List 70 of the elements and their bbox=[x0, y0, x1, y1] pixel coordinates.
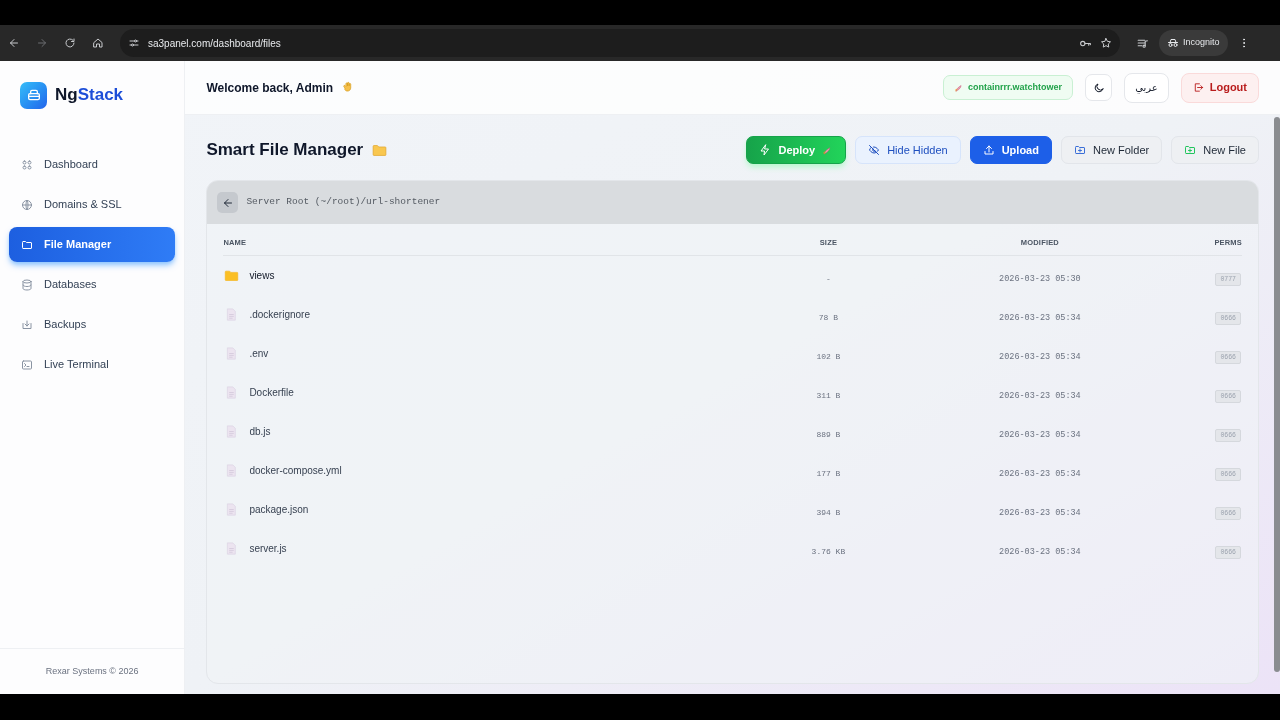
file-name[interactable]: .dockerignore bbox=[249, 307, 310, 322]
sidebar-item[interactable]: Domains & SSL bbox=[9, 187, 176, 222]
back-icon[interactable] bbox=[8, 37, 20, 49]
modified-date: 2026-03-23 05:34 bbox=[999, 390, 1081, 401]
eye-off-icon bbox=[868, 144, 881, 156]
back-arrow-icon bbox=[221, 196, 234, 209]
folder-icon bbox=[21, 238, 33, 251]
moon-icon bbox=[1092, 81, 1105, 94]
file-name[interactable]: Dockerfile bbox=[249, 385, 294, 400]
welcome-text: Welcome back, Admin bbox=[206, 79, 334, 97]
file-size: 394 B bbox=[816, 507, 841, 517]
container-badge: containrrr.watchtower bbox=[943, 75, 1074, 100]
sidebar-item[interactable]: File Manager bbox=[9, 227, 176, 262]
sidebar-item[interactable]: Backups bbox=[9, 307, 176, 342]
database-icon bbox=[21, 278, 33, 291]
modified-date: 2026-03-23 05:30 bbox=[999, 273, 1081, 284]
modified-date: 2026-03-23 05:34 bbox=[999, 546, 1081, 557]
file-size: 78 B bbox=[818, 312, 838, 322]
back-button[interactable] bbox=[217, 192, 239, 213]
footer-text: Rexar Systems © 2026 bbox=[45, 664, 139, 678]
file-name[interactable]: .env bbox=[249, 346, 269, 361]
logo-glyph-icon bbox=[25, 87, 42, 103]
modified-date: 2026-03-23 05:34 bbox=[999, 507, 1081, 518]
file-name[interactable]: views bbox=[249, 268, 275, 283]
globe-icon bbox=[21, 198, 33, 211]
modified-date: 2026-03-23 05:34 bbox=[999, 351, 1081, 362]
folder-plus-icon bbox=[1073, 144, 1086, 156]
incognito-button[interactable]: Incognito bbox=[1159, 30, 1228, 56]
reload-icon[interactable] bbox=[64, 37, 76, 49]
grid-icon bbox=[21, 158, 33, 171]
modified-date: 2026-03-23 05:34 bbox=[999, 429, 1081, 440]
upload-icon bbox=[982, 144, 995, 156]
address-bar[interactable]: sa3panel.com/dashboard/files bbox=[120, 29, 1120, 57]
url-text: sa3panel.com/dashboard/files bbox=[148, 36, 282, 51]
star-icon[interactable] bbox=[1100, 37, 1112, 49]
sidebar-item[interactable]: Live Terminal bbox=[9, 347, 176, 382]
file-size: 177 B bbox=[816, 468, 841, 478]
file-name[interactable]: db.js bbox=[249, 424, 271, 439]
file-size: - bbox=[826, 273, 831, 283]
page-title: Smart File Manager bbox=[206, 139, 364, 162]
file-size: 102 B bbox=[816, 351, 841, 361]
logout-button[interactable]: Logout bbox=[1180, 72, 1259, 103]
theme-toggle-button[interactable] bbox=[1085, 74, 1113, 101]
scrollbar[interactable] bbox=[1274, 117, 1280, 672]
brand-name: NgStack bbox=[55, 84, 124, 107]
sidebar-item[interactable]: Databases bbox=[9, 267, 176, 302]
file-size: 889 B bbox=[816, 429, 841, 439]
lightning-icon bbox=[759, 144, 772, 156]
site-settings-icon[interactable] bbox=[128, 37, 140, 49]
new-folder-button[interactable]: New Folder bbox=[1060, 136, 1163, 164]
download-icon bbox=[21, 318, 33, 331]
hide-hidden-button[interactable]: Hide Hidden bbox=[855, 136, 961, 164]
file-size: 311 B bbox=[816, 390, 841, 400]
language-button[interactable]: عربي bbox=[1124, 72, 1169, 103]
logout-icon bbox=[1192, 82, 1204, 93]
path-text: Server Root (~/root)/url-shortener bbox=[246, 195, 441, 210]
folder-icon bbox=[224, 268, 240, 283]
file-name[interactable]: package.json bbox=[249, 502, 309, 517]
file-name[interactable]: docker-compose.yml bbox=[249, 463, 342, 478]
file-size: 3.76 KB bbox=[811, 546, 846, 556]
file-name[interactable]: server.js bbox=[249, 541, 287, 556]
upload-button[interactable]: Upload bbox=[969, 136, 1052, 164]
modified-date: 2026-03-23 05:34 bbox=[999, 312, 1081, 323]
folder-plus-icon bbox=[1184, 144, 1197, 156]
incognito-icon bbox=[1167, 37, 1179, 49]
sidebar-item[interactable]: Dashboard bbox=[9, 147, 176, 182]
modified-date: 2026-03-23 05:34 bbox=[999, 468, 1081, 479]
home-icon[interactable] bbox=[92, 37, 104, 49]
new-file-button[interactable]: New File bbox=[1171, 136, 1259, 164]
terminal-icon bbox=[21, 358, 33, 371]
